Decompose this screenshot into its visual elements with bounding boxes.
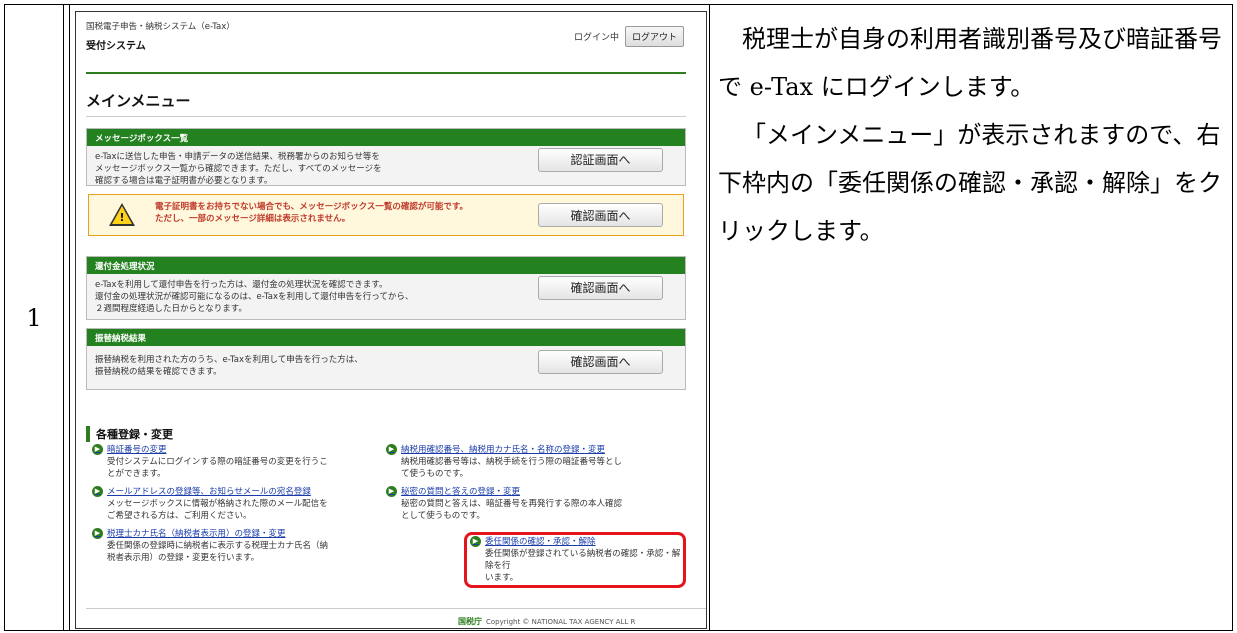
- section-text: ２週間程度経過した日からとなります。: [95, 304, 247, 314]
- desc-line: 受付システムにログインする際の暗証番号の変更を行うこ: [107, 457, 328, 467]
- warning-notice: ! 電子証明書をお持ちでない場合でも、メッセージボックス一覧の確認が可能です。 …: [88, 194, 684, 236]
- registration-item: ▶ 税理士カナ氏名（納税者表示用）の登録・変更 委任関係の登録時に納税者に表示する…: [92, 528, 372, 564]
- section-header: メッセージボックス一覧: [87, 129, 685, 146]
- arrow-right-icon: ▶: [92, 486, 103, 497]
- column-divider: [709, 5, 710, 630]
- etax-screenshot: 国税電子申告・納税システム（e-Tax） 受付システム ログイン中 ログアウト …: [75, 11, 707, 629]
- desc-line: 納税用確認番号等は、納税手続を行う際の暗証番号等とし: [401, 457, 623, 467]
- tax-accountant-kana-link[interactable]: ▶ 税理士カナ氏名（納税者表示用）の登録・変更: [92, 528, 372, 540]
- item-desc: 秘密の質問と答えは、暗証番号を再発行する際の本人確認 として使うものです。: [386, 498, 686, 522]
- secret-question-link[interactable]: ▶ 秘密の質問と答えの登録・変更: [386, 486, 686, 498]
- auth-screen-button[interactable]: 認証画面へ: [538, 148, 663, 172]
- registration-heading: 各種登録・変更: [86, 426, 173, 442]
- link-label: 納税用確認番号、納税用カナ氏名・名称の登録・変更: [401, 445, 606, 455]
- desc-line: とができます。: [107, 469, 166, 479]
- item-desc: 委任関係の登録時に納税者に表示する税理士カナ氏名（納 税者表示用）の登録・変更を行…: [92, 540, 372, 564]
- arrow-right-icon: ▶: [386, 444, 397, 455]
- item-desc: 納税用確認番号等は、納税手続を行う際の暗証番号等とし て使うものです。: [386, 456, 686, 480]
- warning-line: 電子証明書をお持ちでない場合でも、メッセージボックス一覧の確認が可能です。: [155, 202, 468, 212]
- confirm-screen-button[interactable]: 確認画面へ: [538, 276, 663, 300]
- transfer-tax-section: 振替納税結果 振替納税を利用された方のうち、e-Taxを利用して申告を行った方は…: [86, 328, 686, 390]
- column-divider: [69, 5, 70, 630]
- instruction-table: 1 国税電子申告・納税システム（e-Tax） 受付システム ログイン中 ログアウ…: [4, 4, 1233, 631]
- tax-confirmation-number-link[interactable]: ▶ 納税用確認番号、納税用カナ氏名・名称の登録・変更: [386, 444, 686, 456]
- step-number: 1: [26, 303, 42, 332]
- arrow-right-icon: ▶: [92, 528, 103, 539]
- desc-line: て使うものです。: [401, 469, 469, 479]
- registration-item: ▶ 秘密の質問と答えの登録・変更 秘密の質問と答えは、暗証番号を再発行する際の本人…: [386, 486, 686, 522]
- link-label: メールアドレスの登録等、お知らせメールの宛名登録: [107, 487, 311, 497]
- section-header: 還付金処理状況: [87, 257, 685, 274]
- logout-button[interactable]: ログアウト: [624, 26, 684, 47]
- arrow-right-icon: ▶: [386, 486, 397, 497]
- page-title: メインメニュー: [86, 92, 191, 110]
- warning-icon-mark: !: [119, 211, 125, 224]
- copyright-text: Copyright © NATIONAL TAX AGENCY ALL R: [486, 617, 636, 626]
- desc-line: 委任関係の登録時に納税者に表示する税理士カナ氏名（納: [107, 541, 329, 551]
- desc-line: メッセージボックスに情報が格納された際のメール配信を: [107, 499, 328, 509]
- warning-text: 電子証明書をお持ちでない場合でも、メッセージボックス一覧の確認が可能です。 ただ…: [155, 201, 468, 225]
- instruction-paragraph: 税理士が自身の利用者識別番号及び暗証番号で e-Tax にログインします。: [718, 25, 1222, 101]
- refund-status-section: 還付金処理状況 e-Taxを利用して還付申告を行った方は、還付金の処理状況を確認…: [86, 256, 686, 320]
- confirm-screen-button[interactable]: 確認画面へ: [538, 350, 663, 374]
- login-status: ログイン中: [573, 33, 619, 43]
- login-area: ログイン中 ログアウト: [574, 26, 684, 47]
- instruction-text: 税理士が自身の利用者識別番号及び暗証番号で e-Tax にログインします。 「メ…: [718, 15, 1230, 255]
- footer-divider: [86, 608, 706, 609]
- section-body: e-Taxに送信した申告・申請データの送信結果、税務署からのお知らせ等を メッセ…: [87, 146, 685, 192]
- item-desc: メッセージボックスに情報が格納された際のメール配信を ご希望される方は、ご利用くだ…: [92, 498, 372, 522]
- section-text: 確認する場合は電子証明書が必要となります。: [95, 176, 273, 186]
- section-body: e-Taxを利用して還付申告を行った方は、還付金の処理状況を確認できます。 還付…: [87, 274, 685, 320]
- registration-item: ▶ 暗証番号の変更 受付システムにログインする際の暗証番号の変更を行うこ とができま…: [92, 444, 372, 480]
- desc-line: として使うものです。: [401, 511, 485, 521]
- registration-item: ▶ メールアドレスの登録等、お知らせメールの宛名登録 メッセージボックスに情報が格…: [92, 486, 372, 522]
- desc-line: 秘密の質問と答えは、暗証番号を再発行する際の本人確認: [401, 499, 623, 509]
- arrow-right-icon: ▶: [92, 444, 103, 455]
- instruction-paragraph: 「メインメニュー」が表示されますので、右下枠内の「委任関係の確認・承認・解除」を…: [718, 121, 1222, 245]
- desc-line: ご希望される方は、ご利用ください。: [107, 511, 252, 521]
- section-header: 振替納税結果: [87, 329, 685, 346]
- change-password-link[interactable]: ▶ 暗証番号の変更: [92, 444, 372, 456]
- email-registration-link[interactable]: ▶ メールアドレスの登録等、お知らせメールの宛名登録: [92, 486, 372, 498]
- header-divider: [86, 72, 686, 74]
- title-divider: [86, 116, 686, 117]
- confirm-screen-button[interactable]: 確認画面へ: [538, 203, 663, 227]
- highlight-frame: [464, 532, 686, 588]
- column-divider: [63, 5, 64, 630]
- nta-logo: 国税庁: [458, 617, 482, 626]
- section-body: 振替納税を利用された方のうち、e-Taxを利用して申告を行った方は、 振替納税の…: [87, 346, 685, 383]
- link-label: 秘密の質問と答えの登録・変更: [401, 487, 521, 497]
- link-label: 税理士カナ氏名（納税者表示用）の登録・変更: [107, 529, 286, 539]
- message-box-section: メッセージボックス一覧 e-Taxに送信した申告・申請データの送信結果、税務署か…: [86, 128, 686, 186]
- link-label: 暗証番号の変更: [107, 445, 167, 455]
- warning-line: ただし、一部のメッセージ詳細は表示されません。: [155, 214, 351, 224]
- registration-item: ▶ 納税用確認番号、納税用カナ氏名・名称の登録・変更 納税用確認番号等は、納税手続…: [386, 444, 686, 480]
- footer: 国税庁 Copyright © NATIONAL TAX AGENCY ALL …: [458, 616, 635, 627]
- desc-line: 税者表示用）の登録・変更を行います。: [107, 553, 260, 563]
- item-desc: 受付システムにログインする際の暗証番号の変更を行うこ とができます。: [92, 456, 372, 480]
